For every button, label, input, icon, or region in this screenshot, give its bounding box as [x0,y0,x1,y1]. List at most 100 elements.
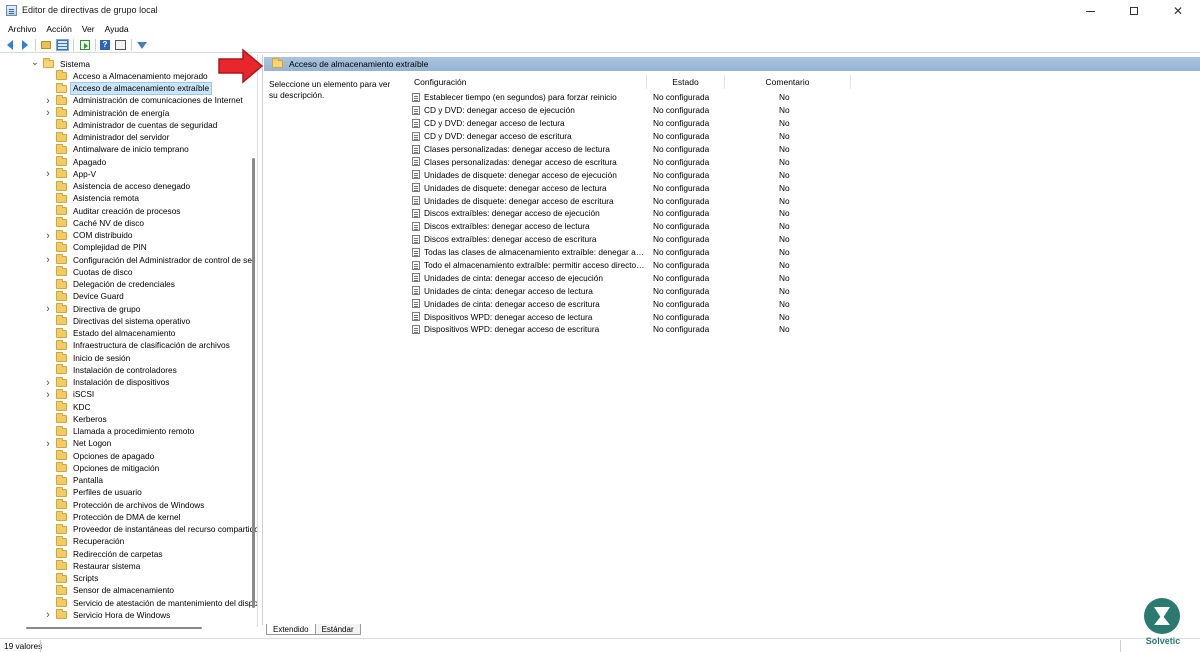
tree-item[interactable]: Llamada a procedimiento remoto [43,425,196,438]
up-level-button[interactable] [40,39,52,51]
tree-item[interactable]: Inicio de sesión [43,352,132,364]
tree-item[interactable]: Perfiles de usuario [43,486,144,499]
tree-item[interactable]: Device Guard [43,290,126,303]
tree-item[interactable]: Auditar creación de procesos [43,205,182,217]
menu-accion[interactable]: Acción [46,24,72,34]
policy-row[interactable]: CD y DVD: denegar acceso de ejecución No … [409,104,1109,117]
policy-row[interactable]: Unidades de cinta: denegar acceso de lec… [409,284,1109,297]
tree-item[interactable]: › Directiva de grupo [43,303,142,315]
menu-ayuda[interactable]: Ayuda [105,24,129,34]
filter-button[interactable] [136,39,148,51]
tree-item[interactable]: › iSCSI [43,388,96,401]
tree-item[interactable]: › Administración de comunicaciones de Int… [43,94,245,107]
tree-item[interactable]: Administrador de cuentas de seguridad [43,119,219,131]
column-header-comentario[interactable]: Comentario [725,75,851,89]
policy-row[interactable]: Todo el almacenamiento extraíble: permit… [409,259,1109,272]
tab-estandar[interactable]: Estándar [314,624,361,635]
tree-item[interactable]: Protección de DMA de kernel [43,511,182,523]
tree-item[interactable]: Protección de archivos de Windows [43,499,206,511]
column-header-estado[interactable]: Estado [647,75,725,89]
chevron-right-icon[interactable]: › [43,168,53,180]
tree-item[interactable]: Opciones de apagado [43,450,156,462]
tab-extendido[interactable]: Extendido [266,624,316,635]
policy-row[interactable]: Establecer tiempo (en segundos) para for… [409,91,1109,104]
tree-item[interactable]: Estado del almacenamiento [43,327,177,340]
menu-archivo[interactable]: Archivo [8,24,36,34]
policy-row[interactable]: Unidades de cinta: denegar acceso de esc… [409,297,1109,310]
chevron-right-icon[interactable]: › [43,438,53,450]
column-header-configuracion[interactable]: Configuración [409,75,647,89]
tree-item[interactable]: Caché NV de disco [43,217,146,229]
policy-row[interactable]: Todas las clases de almacenamiento extra… [409,246,1109,259]
tree-item[interactable]: Asistencia remota [43,192,141,205]
tree-item-sistema[interactable]: ⌄ Sistema [30,56,92,70]
tree-item[interactable]: Acceso a Almacenamiento mejorado [43,70,210,82]
tree-item[interactable]: Cuotas de disco [43,266,135,278]
policy-row[interactable]: Unidades de cinta: denegar acceso de eje… [409,271,1109,284]
menu-ver[interactable]: Ver [82,24,95,34]
tree-item[interactable]: › App-V [43,168,98,180]
tree-item[interactable]: Kerberos [43,413,109,425]
policy-row[interactable]: Clases personalizadas: denegar acceso de… [409,143,1109,156]
tree-item[interactable]: Administrador del servidor [43,131,171,144]
tree-item[interactable]: › Servicio Hora de Windows [43,609,172,621]
tree-item[interactable]: KDC [43,401,93,413]
tree-item[interactable]: Delegación de credenciales [43,278,177,291]
tree-item[interactable]: Scripts [43,572,100,585]
tree-item[interactable]: Antimalware de inicio temprano [43,143,191,156]
tree-item[interactable]: Directivas del sistema operativo [43,315,192,327]
tree-item[interactable]: Pantalla [43,474,105,487]
tree-item[interactable]: Redirección de carpetas [43,548,164,560]
folder-icon [56,241,67,252]
chevron-right-icon[interactable]: › [43,389,53,401]
tree-item[interactable]: Instalación de controladores [43,364,179,376]
policy-row[interactable]: CD y DVD: denegar acceso de escritura No … [409,130,1109,143]
chevron-right-icon[interactable]: › [43,254,53,266]
chevron-right-icon[interactable]: › [43,95,53,107]
policy-row[interactable]: Discos extraíbles: denegar acceso de esc… [409,233,1109,246]
tree-horizontal-scrollbar[interactable] [26,627,202,629]
properties-button[interactable] [114,39,126,51]
tree-item[interactable]: Recuperación [43,535,126,548]
tree-item[interactable]: Sensor de almacenamiento [43,584,176,597]
policy-row[interactable]: Unidades de disquete: denegar acceso de … [409,194,1109,207]
help-button[interactable]: ? [99,39,111,51]
policy-row[interactable]: Dispositivos WPD: denegar acceso de escr… [409,323,1109,336]
tree-item[interactable]: Apagado [43,156,108,168]
tree-item[interactable]: Acceso de almacenamiento extraíble [43,82,213,95]
minimize-button[interactable] [1068,0,1112,22]
chevron-right-icon[interactable]: › [43,230,53,242]
close-button[interactable]: ✕ [1156,0,1200,22]
tree-item[interactable]: › COM distribuido [43,229,134,242]
tree-item[interactable]: Complejidad de PIN [43,241,149,254]
export-list-button[interactable] [79,39,91,51]
back-button[interactable] [4,39,16,51]
policy-row[interactable]: Unidades de disquete: denegar acceso de … [409,168,1109,181]
policy-row[interactable]: Dispositivos WPD: denegar acceso de lect… [409,310,1109,323]
tree-item[interactable]: Opciones de mitigación [43,462,161,474]
policy-row[interactable]: Discos extraíbles: denegar acceso de lec… [409,220,1109,233]
chevron-right-icon[interactable]: › [43,107,53,119]
chevron-right-icon[interactable]: › [43,303,53,315]
policy-row[interactable]: Clases personalizadas: denegar acceso de… [409,155,1109,168]
policy-row[interactable]: Unidades de disquete: denegar acceso de … [409,181,1109,194]
show-hide-tree-button[interactable] [55,39,69,51]
maximize-button[interactable] [1112,0,1156,22]
tree-item[interactable]: Servicio de atestación de mantenimiento … [43,597,257,609]
chevron-down-icon[interactable]: ⌄ [30,56,40,68]
forward-button[interactable] [19,39,31,51]
tree-item[interactable]: Restaurar sistema [43,560,142,572]
policy-row[interactable]: Discos extraíbles: denegar acceso de eje… [409,207,1109,220]
tree-item[interactable]: › Administración de energía [43,107,171,119]
tree-item[interactable]: Asistencia de acceso denegado [43,180,192,193]
chevron-right-icon[interactable]: › [43,377,53,389]
tree-item[interactable]: Infraestructura de clasificación de arch… [43,339,232,352]
tree-item[interactable]: › Configuración del Administrador de cont… [43,254,254,266]
tree-item[interactable]: Proveedor de instantáneas del recurso co… [43,523,257,536]
policy-row[interactable]: CD y DVD: denegar acceso de lectura No co… [409,117,1109,130]
chevron-right-icon[interactable]: › [43,609,53,621]
pane-divider[interactable] [262,55,263,625]
tree-vertical-scrollbar[interactable] [252,158,255,608]
tree-item[interactable]: › Net Logon [43,437,113,450]
tree-item[interactable]: › Instalación de dispositivos [43,376,171,389]
